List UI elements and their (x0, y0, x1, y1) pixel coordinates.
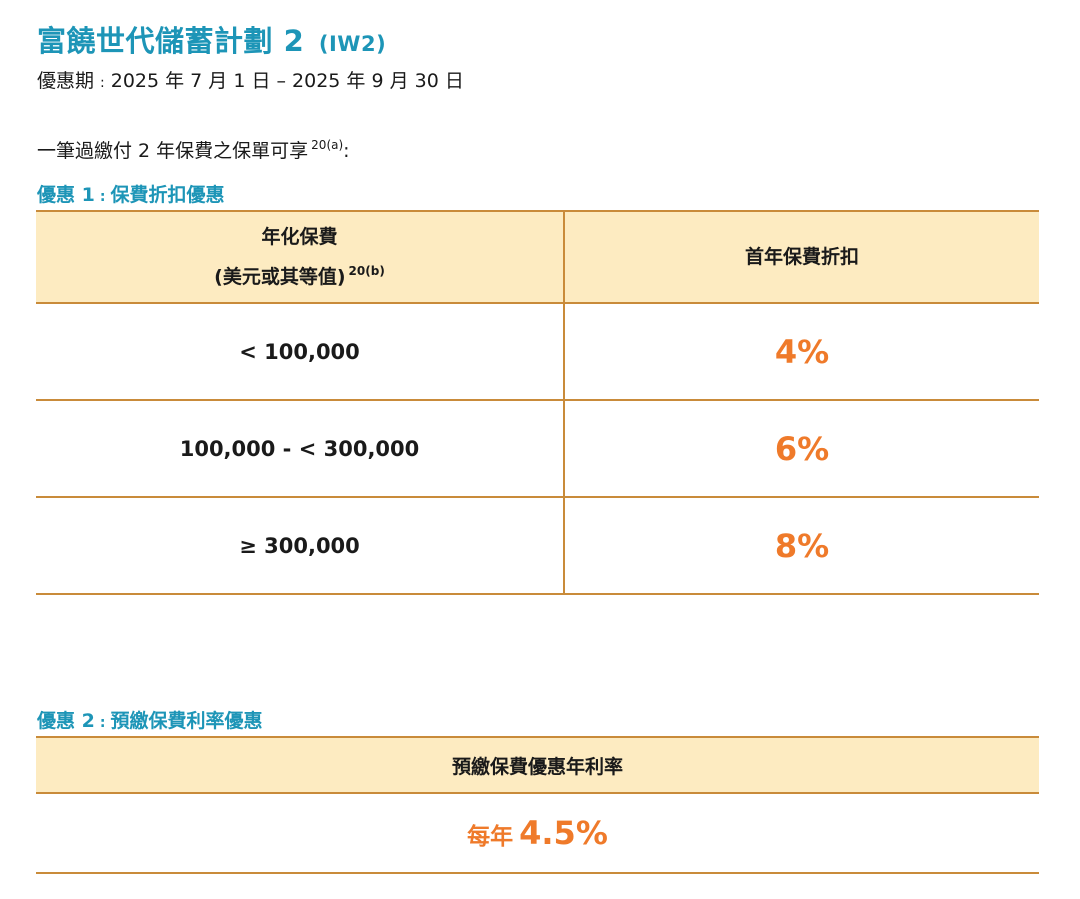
offer2-prefix: 優惠 2 (37, 710, 95, 732)
header-currency-note: (美元或其等值) (214, 266, 346, 288)
page-title: 富饒世代儲蓄計劃 2 (IW2) (37, 18, 386, 60)
offer1-separator: : (99, 189, 106, 205)
rate-value: 4.5% (519, 814, 608, 852)
table-row: 100,000 - < 300,000 6% (36, 400, 1039, 497)
offer-period: 優惠期:2025 年 7 月 1 日 – 2025 年 9 月 30 日 (37, 66, 464, 93)
header-footnote: 20(b) (348, 264, 385, 278)
header-annual-premium: 年化保費 (美元或其等值) 20(b) (36, 211, 565, 303)
plan-name: 富饒世代儲蓄計劃 2 (37, 24, 305, 58)
rate-prefix: 每年 (467, 824, 514, 850)
header-prepayment-rate: 預繳保費優惠年利率 (451, 755, 623, 778)
offer2-name: 預繳保費利率優惠 (110, 710, 263, 732)
prepayment-rate-table: 預繳保費優惠年利率 每年 4.5% (36, 736, 1039, 874)
period-range: 2025 年 7 月 1 日 – 2025 年 9 月 30 日 (110, 70, 464, 92)
offer2-title: 優惠 2: 預繳保費利率優惠 (37, 706, 262, 733)
discount-table: 年化保費 (美元或其等值) 20(b) 首年保費折扣 < 100,000 4% 1… (36, 210, 1039, 595)
premium-range-cell: ≥ 300,000 (36, 497, 565, 594)
offer1-name: 保費折扣優惠 (110, 184, 225, 206)
plan-code: (IW2) (318, 32, 387, 56)
table-row: ≥ 300,000 8% (36, 497, 1039, 594)
period-separator: : (100, 75, 105, 91)
intro-suffix: : (343, 140, 350, 162)
table-row: < 100,000 4% (36, 303, 1039, 400)
offer1-title: 優惠 1: 保費折扣優惠 (37, 180, 224, 207)
premium-range-cell: < 100,000 (36, 303, 565, 400)
discount-cell: 8% (774, 526, 830, 565)
header-first-year-discount: 首年保費折扣 (744, 246, 859, 268)
header-annual-premium-line2: (美元或其等值) 20(b) (36, 254, 563, 294)
discount-cell: 6% (774, 429, 830, 468)
discount-table-header: 年化保費 (美元或其等值) 20(b) 首年保費折扣 (36, 211, 1039, 303)
premium-range-cell: 100,000 - < 300,000 (36, 400, 565, 497)
period-label: 優惠期 (37, 70, 95, 92)
prepayment-table-header: 預繳保費優惠年利率 (36, 737, 1039, 793)
intro-body: 一筆過繳付 2 年保費之保單可享 (37, 140, 309, 162)
intro-text: 一筆過繳付 2 年保費之保單可享 20(a): (37, 136, 350, 163)
discount-cell: 4% (774, 332, 830, 371)
prepayment-rate-cell: 每年 4.5% (36, 793, 1039, 873)
table-row: 每年 4.5% (36, 793, 1039, 873)
offer2-separator: : (99, 715, 106, 731)
intro-footnote: 20(a) (311, 138, 344, 152)
header-annual-premium-line1: 年化保費 (261, 226, 338, 248)
offer1-prefix: 優惠 1 (37, 184, 95, 206)
